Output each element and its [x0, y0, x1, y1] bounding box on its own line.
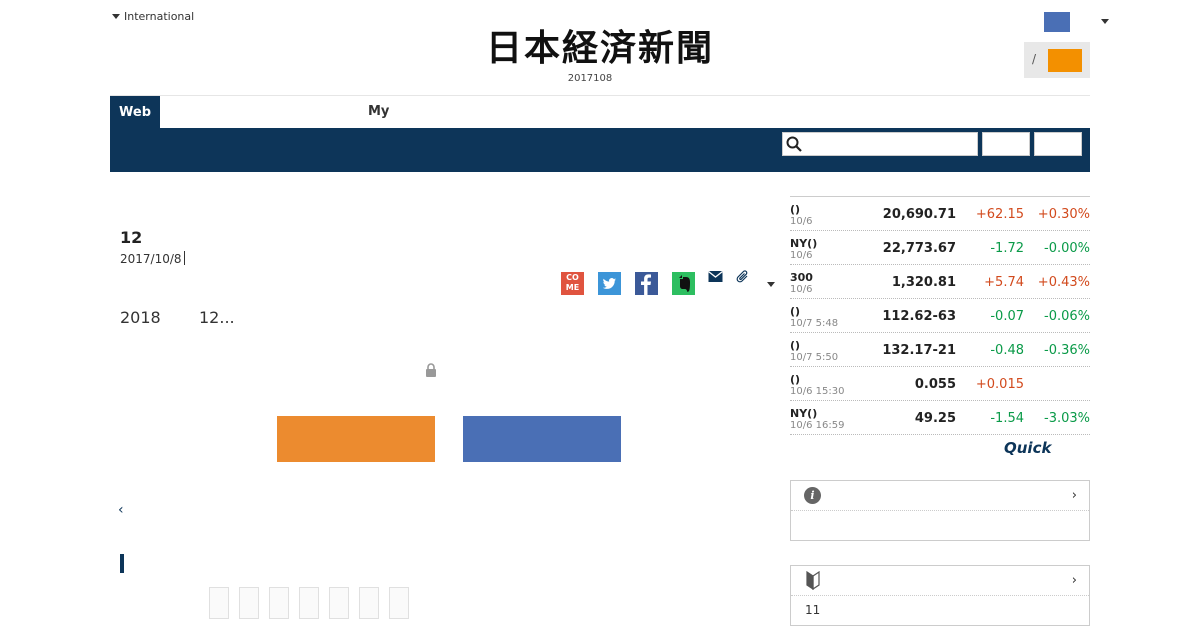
share-more-caret-icon[interactable] — [767, 282, 775, 287]
pager-item[interactable] — [269, 587, 289, 619]
article-date: 2017/10/8 — [120, 252, 182, 266]
market-value: 1,320.81 — [891, 275, 956, 290]
evernote-icon[interactable] — [672, 272, 695, 295]
pager-item[interactable] — [329, 587, 349, 619]
market-change-pct: +0.43% — [1037, 275, 1090, 290]
lock-icon — [426, 363, 436, 377]
edition-selector[interactable]: International — [112, 10, 194, 23]
pager-item[interactable] — [389, 587, 409, 619]
comment-icon[interactable]: CO ME — [561, 272, 584, 295]
market-row[interactable]: () 10/7 5:48 112.62-63 -0.07 -0.06% — [790, 299, 1090, 333]
search-submit-button[interactable] — [1034, 132, 1082, 156]
section-marker — [120, 554, 124, 573]
login-button[interactable] — [1048, 49, 1082, 72]
login-separator: / — [1032, 52, 1037, 66]
beginner-mark-icon — [806, 571, 820, 590]
comment-icon-label: CO ME — [565, 273, 580, 292]
facebook-icon[interactable] — [635, 272, 658, 295]
twitter-icon[interactable] — [598, 272, 621, 295]
market-row[interactable]: () 10/6 20,690.71 +62.15 +0.30% — [790, 197, 1090, 231]
market-row[interactable]: NY() 10/6 22,773.67 -1.72 -0.00% — [790, 231, 1090, 265]
article-lead-text: 12... — [199, 308, 235, 327]
market-value: 20,690.71 — [882, 207, 956, 222]
market-row[interactable]: () 10/6 15:30 0.055 +0.015 — [790, 367, 1090, 401]
caret-down-icon — [112, 14, 120, 19]
market-change: +5.74 — [984, 275, 1024, 290]
account-icon[interactable] — [1044, 12, 1070, 32]
header-date: 2017108 — [567, 73, 613, 84]
market-name: () — [790, 203, 801, 216]
article-lead-year: 2018 — [120, 308, 161, 327]
edition-label: International — [124, 10, 195, 23]
clip-icon[interactable] — [736, 270, 750, 284]
mail-icon[interactable] — [708, 270, 723, 283]
market-time: 10/6 15:30 — [790, 386, 845, 397]
article-title: 12 — [120, 228, 143, 247]
market-change-pct: -0.00% — [1044, 241, 1090, 256]
market-value: 49.25 — [914, 411, 956, 426]
market-name: NY() — [790, 237, 818, 250]
market-change: -1.72 — [990, 241, 1024, 256]
market-value: 0.055 — [914, 377, 956, 392]
market-change-pct: +0.30% — [1037, 207, 1090, 222]
pager-item[interactable] — [299, 587, 319, 619]
market-value: 22,773.67 — [882, 241, 956, 256]
back-chevron-icon[interactable]: ‹ — [118, 502, 124, 518]
market-value: 112.62-63 — [882, 309, 956, 324]
market-name: NY() — [790, 407, 818, 420]
market-row[interactable]: NY() 10/6 16:59 49.25 -1.54 -3.03% — [790, 401, 1090, 435]
market-change: -0.48 — [990, 343, 1024, 358]
pager-item[interactable] — [359, 587, 379, 619]
market-change-pct: -0.06% — [1044, 309, 1090, 324]
beginner-panel: › 11 — [790, 565, 1090, 626]
market-time: 10/6 16:59 — [790, 420, 845, 431]
market-name: () — [790, 339, 801, 352]
search-input[interactable] — [782, 132, 978, 156]
market-time: 10/6 — [790, 216, 813, 227]
account-caret-icon[interactable] — [1101, 19, 1109, 24]
beginner-panel-header[interactable]: › — [791, 566, 1089, 596]
market-change: +62.15 — [975, 207, 1024, 222]
market-row[interactable]: 300 10/6 1,320.81 +5.74 +0.43% — [790, 265, 1090, 299]
pager-item[interactable] — [239, 587, 259, 619]
market-value: 132.17-21 — [882, 343, 956, 358]
beginner-panel-text: 11 — [805, 603, 821, 617]
chevron-right-icon[interactable]: › — [1072, 488, 1077, 503]
masthead-logo[interactable]: 日本経済新聞 — [455, 28, 745, 68]
info-icon: i — [804, 487, 821, 504]
market-time: 10/6 — [790, 250, 813, 261]
market-change: +0.015 — [975, 377, 1024, 392]
pager-item[interactable] — [209, 587, 229, 619]
market-change: -1.54 — [990, 411, 1024, 426]
market-name: () — [790, 305, 801, 318]
tab-web[interactable]: Web — [110, 96, 160, 128]
info-panel-header[interactable]: i › — [791, 481, 1089, 511]
quick-logo[interactable]: Quick — [1004, 439, 1051, 457]
market-time: 10/7 5:48 — [790, 318, 839, 329]
tab-my[interactable]: My — [368, 104, 389, 119]
market-time: 10/7 5:50 — [790, 352, 839, 363]
divider — [110, 95, 1090, 96]
market-time: 10/6 — [790, 284, 813, 295]
search-icon[interactable] — [786, 136, 802, 152]
market-name: () — [790, 373, 801, 386]
info-panel: i › — [790, 480, 1090, 541]
login-button-article[interactable] — [463, 416, 621, 462]
market-row[interactable]: () 10/7 5:50 132.17-21 -0.48 -0.36% — [790, 333, 1090, 367]
market-name: 300 — [790, 271, 813, 284]
market-change-pct: -0.36% — [1044, 343, 1090, 358]
divider — [184, 251, 185, 265]
market-change: -0.07 — [990, 309, 1024, 324]
chevron-right-icon[interactable]: › — [1072, 573, 1077, 588]
market-change-pct: -3.03% — [1044, 411, 1090, 426]
search-option-button[interactable] — [982, 132, 1030, 156]
subscribe-button[interactable] — [277, 416, 435, 462]
